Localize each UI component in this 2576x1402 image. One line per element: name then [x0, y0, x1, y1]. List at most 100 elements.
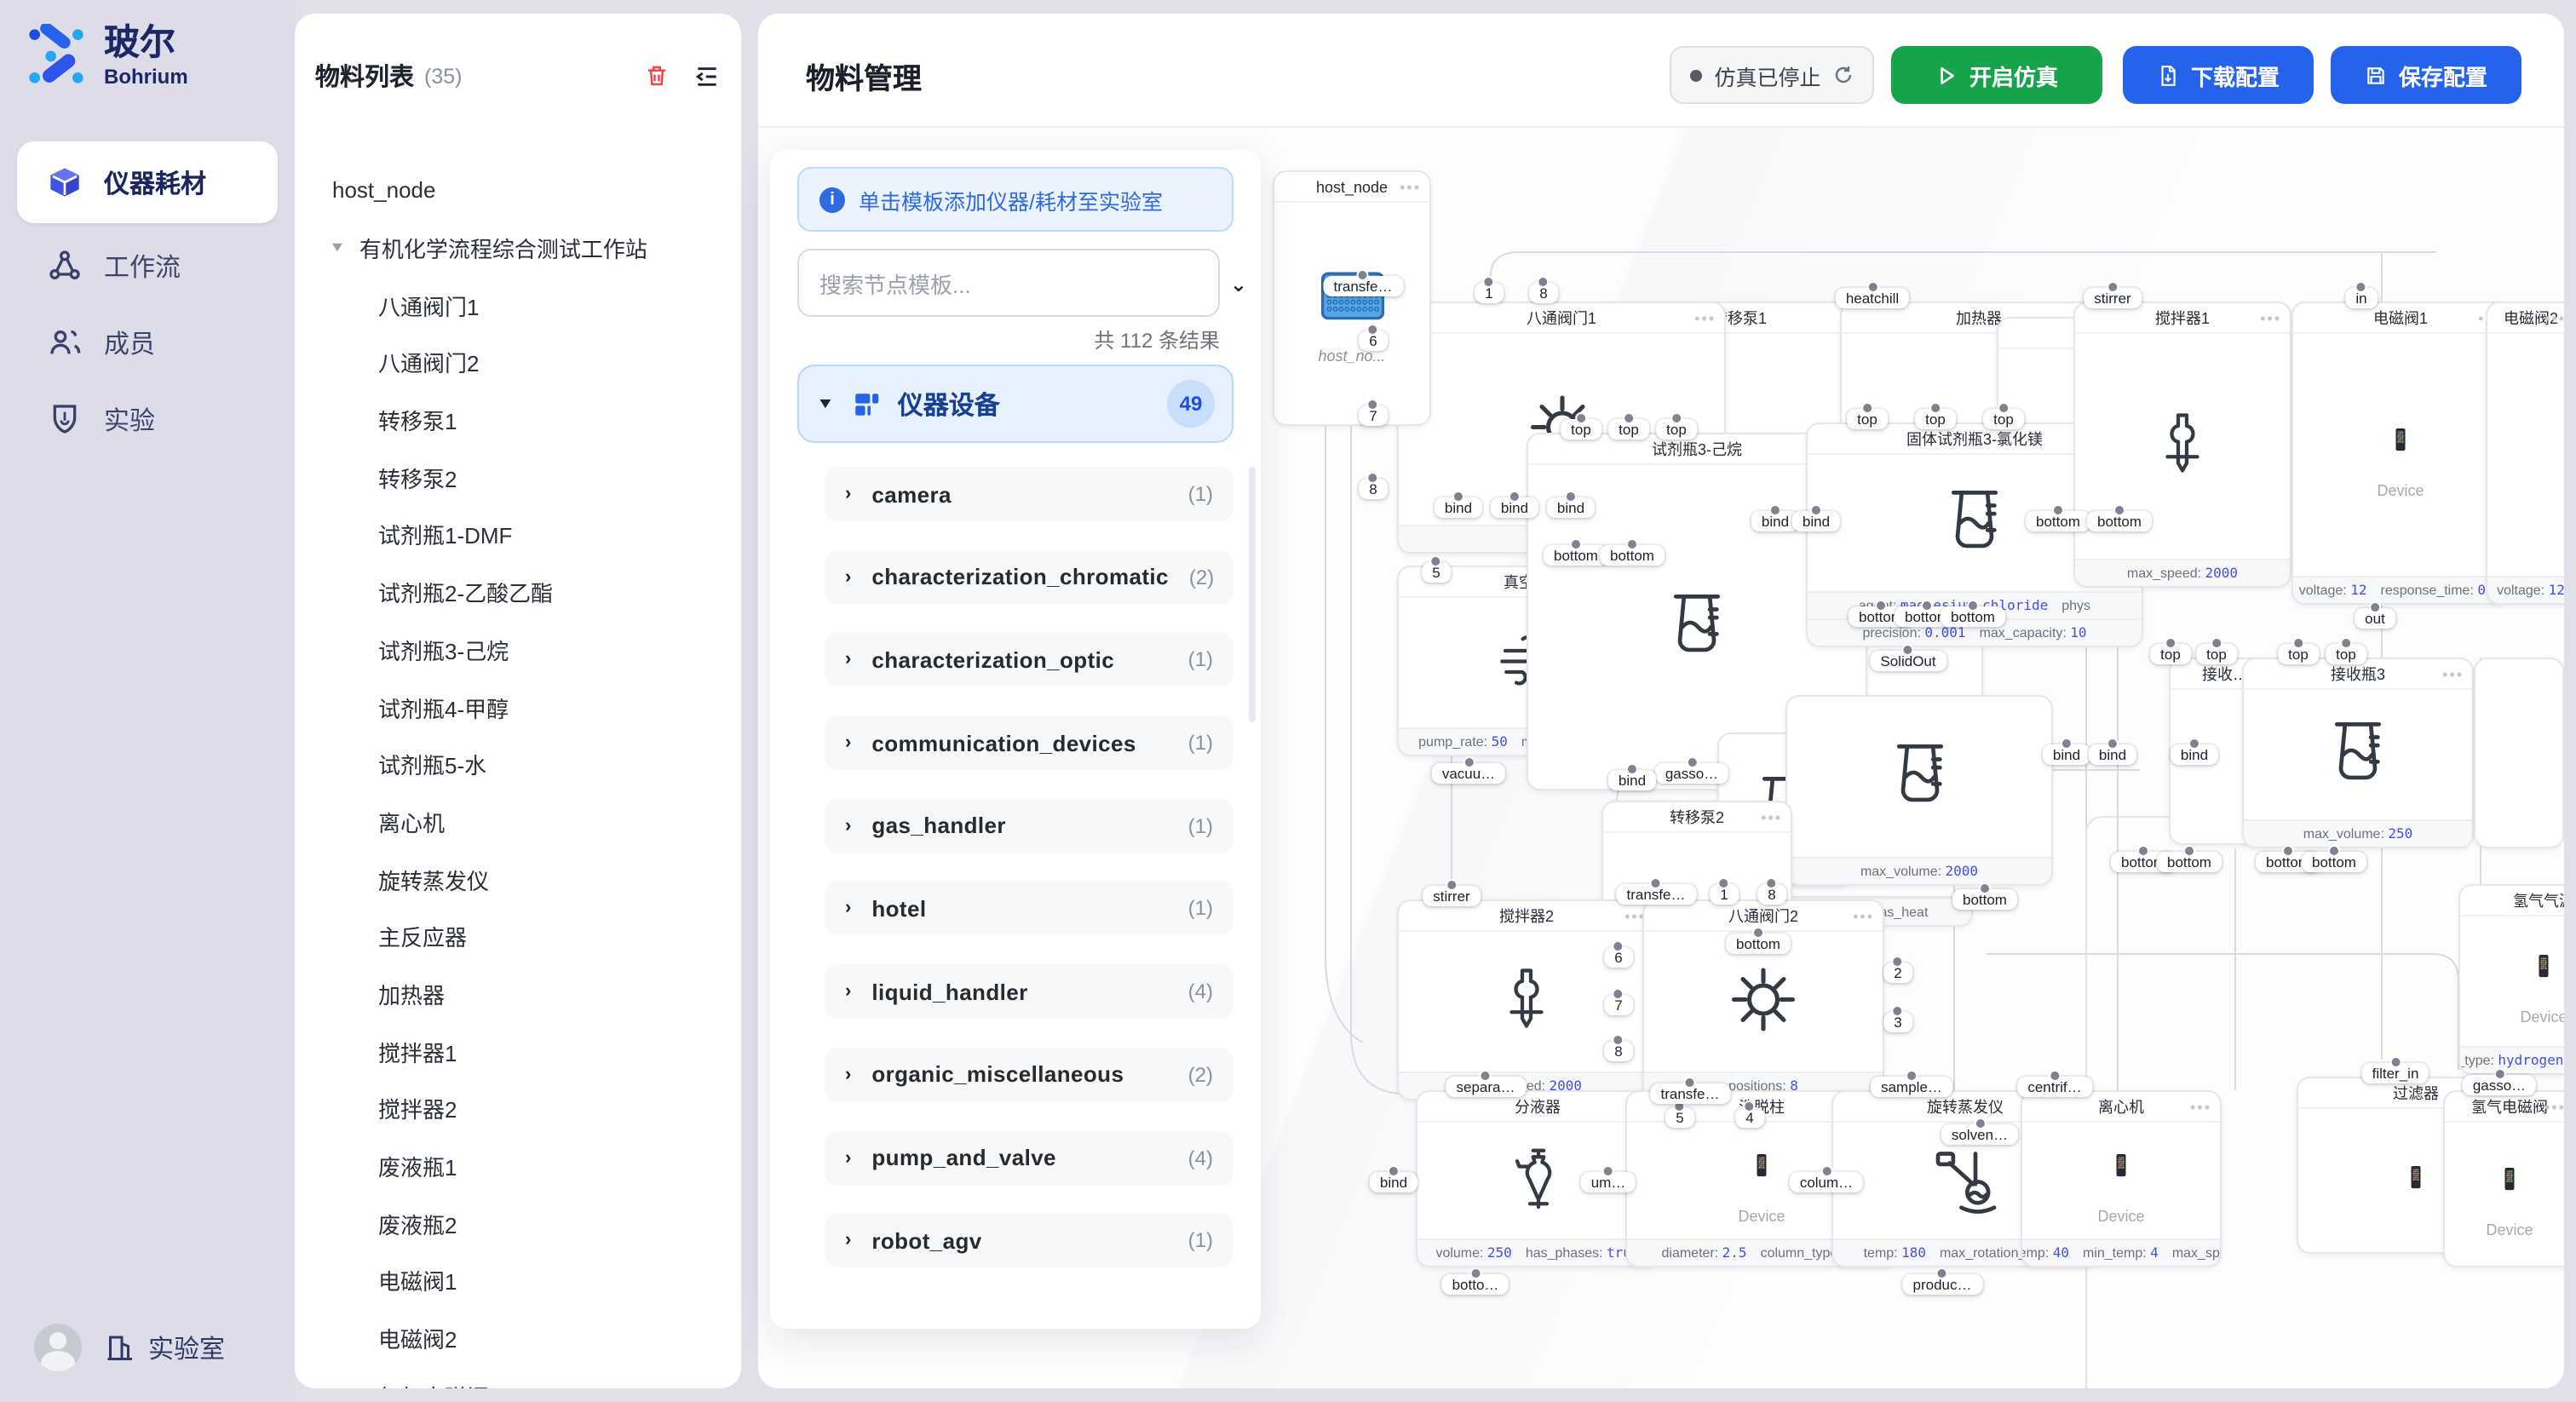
port-chip-colum[interactable]: colum… — [1790, 1172, 1863, 1192]
scrollbar-thumb[interactable] — [1249, 467, 1256, 722]
tree-item[interactable]: 废液瓶1 — [295, 1137, 734, 1194]
port-chip-transfe[interactable]: transfe… — [1617, 884, 1696, 905]
port-chip-solven[interactable]: solven… — [1941, 1124, 2018, 1145]
canvas-node-电磁阀2[interactable]: 电磁阀2•••voltage: 12 — [2486, 302, 2564, 605]
more-icon[interactable]: ••• — [2544, 1098, 2564, 1115]
search-input[interactable]: 搜索节点模板... — [797, 249, 1220, 317]
sim-status-pill[interactable]: 仿真已停止 — [1670, 46, 1874, 104]
port-chip-7[interactable]: 7 — [1604, 995, 1632, 1015]
port-chip-separa[interactable]: separa… — [1446, 1077, 1526, 1097]
port-chip-bottom[interactable]: bottom — [1952, 889, 2017, 910]
tree-item[interactable]: 搅拌器1 — [295, 1023, 734, 1080]
user-row[interactable]: 实验室 — [34, 1324, 225, 1371]
port-chip-8[interactable]: 8 — [1529, 283, 1557, 303]
template-item-gas_handler[interactable]: ›gas_handler(1) — [825, 799, 1233, 853]
tree-item[interactable]: 离心机 — [295, 793, 734, 850]
port-chip-5[interactable]: 5 — [1665, 1107, 1693, 1128]
port-chip-5[interactable]: 5 — [1422, 562, 1450, 583]
port-chip-bind[interactable]: bind — [1792, 511, 1840, 531]
category-instrument-devices[interactable]: ▼ 仪器设备 49 — [797, 365, 1233, 443]
port-chip-SolidOut[interactable]: SolidOut — [1870, 651, 1946, 671]
more-icon[interactable]: ••• — [2442, 665, 2464, 682]
template-item-liquid_handler[interactable]: ›liquid_handler(4) — [825, 964, 1233, 1019]
template-item-characterization_optic[interactable]: ›characterization_optic(1) — [825, 633, 1233, 687]
port-chip-gasso[interactable]: gasso… — [1655, 763, 1728, 784]
port-chip-transfe[interactable]: transfe… — [1651, 1083, 1730, 1104]
port-chip-bind[interactable]: bind — [2089, 744, 2136, 765]
sidebar-item-experiments[interactable]: 实验 — [17, 385, 278, 453]
template-item-organic_miscellaneous[interactable]: ›organic_miscellaneous(2) — [825, 1048, 1233, 1102]
tree-group[interactable]: ▼有机化学流程综合测试工作站 — [295, 219, 734, 276]
tree-item[interactable]: 试剂瓶3-己烷 — [295, 621, 734, 678]
tree-item[interactable]: 试剂瓶5-水 — [295, 736, 734, 793]
tree-item[interactable]: 试剂瓶2-乙酸乙酯 — [295, 564, 734, 621]
port-chip-top[interactable]: top — [1983, 409, 2024, 429]
start-simulation-button[interactable]: 开启仿真 — [1891, 46, 2102, 104]
port-chip-bind[interactable]: bind — [1370, 1172, 1417, 1192]
tree-item[interactable]: 氢气电磁阀 — [295, 1367, 734, 1388]
port-chip-in[interactable]: in — [2345, 288, 2377, 308]
port-chip-produc[interactable]: produc… — [1903, 1274, 1982, 1295]
trash-icon[interactable] — [644, 63, 670, 89]
tree-item[interactable]: 八通阀门1 — [295, 277, 734, 334]
port-chip-6[interactable]: 6 — [1359, 330, 1387, 351]
port-chip-4[interactable]: 4 — [1735, 1107, 1763, 1128]
port-chip-vacuu[interactable]: vacuu… — [1432, 763, 1505, 784]
tree-item[interactable]: 电磁阀1 — [295, 1252, 734, 1309]
tree-item[interactable]: 试剂瓶4-甲醇 — [295, 678, 734, 735]
port-chip-bottom[interactable]: bottom — [1600, 545, 1665, 566]
port-chip-bottom[interactable]: bottom — [2302, 852, 2366, 872]
template-item-characterization_chromatic[interactable]: ›characterization_chromatic(2) — [825, 549, 1233, 604]
port-chip-top[interactable]: top — [2150, 644, 2191, 664]
canvas-node-接收瓶3[interactable]: 接收瓶3•••max_volume: 250 — [2242, 658, 2474, 848]
tree-item[interactable]: 废液瓶2 — [295, 1195, 734, 1252]
tree-item[interactable]: host_node — [295, 162, 734, 219]
canvas-node-氢气电磁阀[interactable]: 氢气电磁阀•••Device — [2443, 1090, 2564, 1267]
port-chip-bind[interactable]: bind — [1547, 497, 1595, 518]
template-item-hotel[interactable]: ›hotel(1) — [825, 882, 1233, 936]
port-chip-transfe[interactable]: transfe… — [1324, 276, 1403, 296]
port-chip-top[interactable]: top — [1656, 419, 1697, 440]
port-chip-8[interactable]: 8 — [1757, 884, 1785, 905]
port-chip-top[interactable]: top — [2278, 644, 2319, 664]
port-chip-6[interactable]: 6 — [1604, 947, 1632, 968]
port-chip-bottom[interactable]: bottom — [2026, 511, 2090, 531]
port-chip-centrif[interactable]: centrif… — [2017, 1077, 2091, 1097]
port-chip-bottom[interactable]: bottom — [1726, 934, 1791, 954]
port-chip-top[interactable]: top — [1915, 409, 1956, 429]
canvas-node-untitled[interactable] — [2474, 658, 2564, 848]
tree-item[interactable]: 转移泵2 — [295, 449, 734, 506]
tree-item[interactable]: 八通阀门2 — [295, 334, 734, 391]
port-chip-bind[interactable]: bind — [1608, 770, 1656, 790]
port-chip-stirrer[interactable]: stirrer — [2084, 288, 2141, 308]
sidebar-item-members[interactable]: 成员 — [17, 308, 278, 376]
more-icon[interactable]: ••• — [1853, 907, 1874, 924]
port-chip-top[interactable]: top — [1561, 419, 1601, 440]
canvas-node-离心机[interactable]: 离心机•••Devicetemp: 40min_temp: 4max_spe — [2021, 1090, 2222, 1267]
canvas-node-氢气气源[interactable]: 氢气气源•••Device_type: hydrogenmax_pre — [2458, 884, 2564, 1075]
tree-item[interactable]: 转移泵1 — [295, 392, 734, 449]
download-config-button[interactable]: 下载配置 — [2123, 46, 2314, 104]
port-chip-2[interactable]: 2 — [1883, 962, 1912, 983]
port-chip-heatchill[interactable]: heatchill — [1836, 288, 1909, 308]
template-item-pump_and_valve[interactable]: ›pump_and_valve(4) — [825, 1130, 1233, 1185]
more-icon[interactable]: ••• — [2260, 309, 2281, 326]
port-chip-1[interactable]: 1 — [1475, 283, 1503, 303]
port-chip-bottom[interactable]: bottom — [2087, 511, 2152, 531]
canvas-node-主反应器[interactable]: max_volume: 2000 — [1785, 695, 2053, 886]
port-chip-filterin[interactable]: filter_in — [2362, 1063, 2429, 1083]
port-chip-stirrer[interactable]: stirrer — [1423, 886, 1480, 906]
canvas-node-电磁阀1[interactable]: 电磁阀1•••Devicevoltage: 12response_time: 0… — [2291, 302, 2510, 605]
port-chip-sample[interactable]: sample… — [1871, 1077, 1952, 1097]
tree-item[interactable]: 试剂瓶1-DMF — [295, 506, 734, 563]
canvas-node-搅拌器1[interactable]: 搅拌器1•••max_speed: 2000 — [2073, 302, 2291, 588]
port-chip-top[interactable]: top — [2196, 644, 2237, 664]
tree-item[interactable]: 搅拌器2 — [295, 1080, 734, 1137]
port-chip-bottom[interactable]: bottom — [2157, 852, 2222, 872]
canvas-node-host_node[interactable]: host_node•••host_no... — [1273, 170, 1431, 426]
port-chip-top[interactable]: top — [1847, 409, 1888, 429]
port-chip-um[interactable]: um… — [1581, 1172, 1636, 1192]
port-chip-bottom[interactable]: bottom — [1941, 606, 2005, 627]
avatar[interactable] — [34, 1324, 82, 1371]
port-chip-out[interactable]: out — [2355, 608, 2395, 629]
